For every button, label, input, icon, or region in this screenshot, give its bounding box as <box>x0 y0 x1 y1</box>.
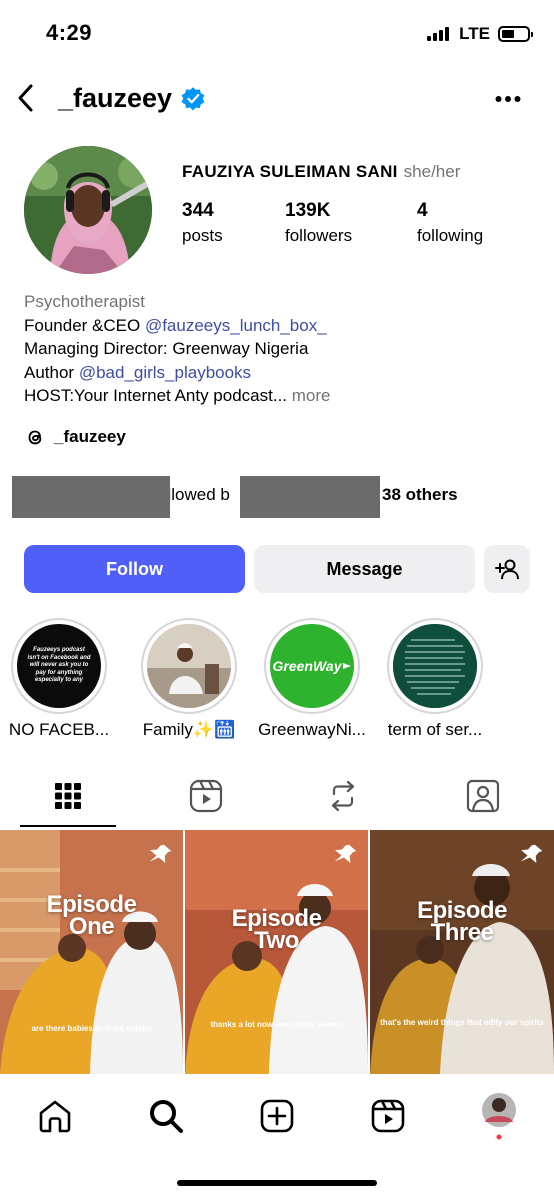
post-thumbnail[interactable]: Episode One are there babies in there may… <box>0 830 183 1074</box>
profile-avatar[interactable] <box>24 146 152 274</box>
tab-tagged[interactable] <box>453 772 513 820</box>
battery-icon <box>498 26 533 42</box>
status-time: 4:29 <box>46 20 93 45</box>
add-user-icon <box>495 559 519 580</box>
home-icon <box>39 1100 71 1133</box>
reels-icon <box>371 1099 405 1133</box>
network-label: LTE <box>459 24 490 43</box>
pinned-icon <box>147 842 172 873</box>
post-caption: thanks a lot now everybody knows <box>210 1020 343 1029</box>
highlight-terms[interactable]: term of ser... <box>373 618 497 740</box>
message-button[interactable]: Message <box>254 545 475 593</box>
bio-link-lunch-box[interactable]: @fauzeeys_lunch_box_ <box>145 316 327 335</box>
threads-icon <box>28 430 42 445</box>
repost-icon <box>331 780 355 812</box>
reels-icon <box>189 779 223 813</box>
suggested-users-button[interactable] <box>484 545 530 593</box>
signal-icon <box>427 27 450 41</box>
highlight-no-facebook[interactable]: Fauzeeys podcast isn't on Facebook and w… <box>0 618 121 740</box>
nav-search[interactable] <box>144 1094 188 1138</box>
post-caption: that's the weird things that edify our s… <box>380 1018 544 1027</box>
bio-more-link[interactable]: more <box>292 386 331 405</box>
post-title: Episode Three <box>417 897 507 946</box>
bottom-nav <box>0 1086 554 1146</box>
nav-profile[interactable] <box>477 1093 521 1140</box>
grid-icon <box>55 783 81 809</box>
profile-username-header: _fauzeey <box>58 83 206 114</box>
pinned-icon <box>518 842 543 873</box>
tab-reels[interactable] <box>176 772 236 820</box>
highlight-label: NO FACEB... <box>8 720 110 739</box>
bio-category: Psychotherapist <box>24 292 145 311</box>
highlight-greenway[interactable]: GreenWay GreenwayNi... <box>250 618 374 740</box>
tab-grid[interactable] <box>38 772 98 820</box>
back-button[interactable] <box>8 80 44 116</box>
bio-line-author: Author @bad_girls_playbooks <box>24 362 252 382</box>
nav-reels[interactable] <box>366 1094 410 1138</box>
arrow-icon <box>342 663 351 669</box>
highlight-label: GreenwayNi... <box>258 720 366 739</box>
profile-avatar-icon <box>482 1093 516 1140</box>
stat-posts[interactable]: 344 posts <box>182 200 223 246</box>
home-indicator <box>177 1180 377 1186</box>
redacted-block <box>240 476 380 518</box>
post-thumbnail[interactable]: Episode Two thanks a lot now everybody kn… <box>185 830 368 1074</box>
bio-link-playbooks[interactable]: @bad_girls_playbooks <box>79 363 251 382</box>
post-title: Episode Two <box>231 905 322 954</box>
search-icon <box>150 1100 183 1133</box>
pinned-icon <box>332 842 357 873</box>
chevron-left-icon <box>18 84 33 112</box>
pronouns: she/her <box>403 162 461 181</box>
stat-following[interactable]: 4 following <box>417 200 483 246</box>
highlight-family[interactable]: Family✨🛗 <box>127 618 251 740</box>
threads-link[interactable]: _fauzeey <box>24 426 126 448</box>
redacted-block <box>12 476 170 518</box>
verified-badge-icon <box>181 86 205 110</box>
follow-button[interactable]: Follow <box>24 545 245 593</box>
post-thumbnail[interactable]: Episode Three that's the weird things tha… <box>370 830 554 1074</box>
plus-square-icon <box>260 1099 294 1133</box>
greenway-logo-text: GreenWay <box>272 658 342 674</box>
tab-reposts[interactable] <box>313 772 373 820</box>
highlight-cover-text: Fauzeeys podcast isn't on Facebook and w… <box>27 647 91 684</box>
bio-line-founder: Founder &CEO @fauzeeys_lunch_box_ <box>24 315 327 335</box>
text-lines-graphic <box>393 624 477 708</box>
highlight-label: term of ser... <box>387 720 483 739</box>
active-tab-indicator <box>20 825 116 827</box>
post-title: Episode One <box>46 891 137 940</box>
profile-full-name: FAUZIYA SULEIMAN SANI she/her <box>182 162 461 181</box>
bio-line-host: HOST:Your Internet Anty podcast... more <box>24 386 331 405</box>
more-dots-icon <box>495 96 521 102</box>
more-options-button[interactable] <box>490 86 526 112</box>
status-indicators: LTE <box>427 24 533 44</box>
tagged-person-icon <box>466 779 500 813</box>
username-text: _fauzeey <box>58 83 173 113</box>
profile-bio: Psychotherapist Founder &CEO @fauzeeys_l… <box>24 290 534 408</box>
bio-line-director: Managing Director: Greenway Nigeria <box>24 339 309 358</box>
stat-followers[interactable]: 139K followers <box>285 200 352 246</box>
post-caption: are there babies in there maybe <box>31 1024 152 1033</box>
nav-create[interactable] <box>255 1094 299 1138</box>
followed-by-others[interactable]: 38 others <box>382 485 458 505</box>
nav-home[interactable] <box>33 1094 77 1138</box>
highlight-label: Family✨🛗 <box>142 720 236 739</box>
